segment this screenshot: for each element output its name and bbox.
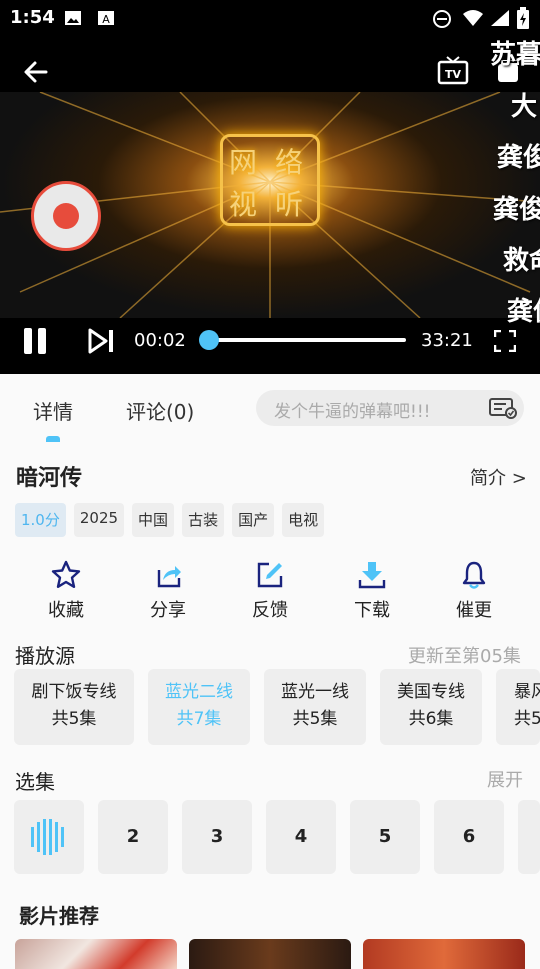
recommend-poster[interactable] <box>363 939 525 969</box>
details-panel: 暗河传 简介 > 1.0分 2025 中国 古装 国产 电视 收藏 分享 反馈 … <box>0 444 540 969</box>
source-name: 蓝光一线 <box>281 682 349 702</box>
download-icon <box>358 562 386 589</box>
bell-icon <box>462 561 486 589</box>
share-button[interactable]: 分享 <box>128 560 208 622</box>
action-label: 分享 <box>150 600 186 621</box>
danmaku-text: 救命 <box>503 246 540 276</box>
danmaku-text: 龚俊 <box>497 143 540 173</box>
source-name: 美国专线 <box>397 682 465 702</box>
sources-title: 播放源 <box>15 644 75 668</box>
tab-indicator <box>46 436 60 442</box>
next-episode-icon[interactable] <box>88 328 116 354</box>
total-time: 33:21 <box>421 330 473 351</box>
progress-bar[interactable] <box>208 338 406 342</box>
image-icon <box>65 11 81 25</box>
logo-char: 听 <box>275 188 304 221</box>
tab-comments[interactable]: 评论(0) <box>126 396 194 425</box>
recommend-poster[interactable] <box>189 939 351 969</box>
playing-bars-icon <box>31 819 64 855</box>
back-arrow-icon[interactable] <box>20 56 52 88</box>
source-item[interactable]: 暴风 共5 <box>496 669 540 745</box>
episode-list: 2 3 4 5 6 <box>14 800 540 876</box>
source-name: 剧下饭专线 <box>31 682 117 702</box>
danmaku-text: 龚俊 <box>493 195 540 225</box>
svg-text:A: A <box>102 13 110 26</box>
action-label: 收藏 <box>48 600 84 621</box>
wifi-icon <box>463 10 483 26</box>
signal-icon <box>491 10 509 26</box>
pause-icon[interactable] <box>22 328 48 354</box>
status-time: 1:54 <box>10 7 55 28</box>
episode-playing[interactable] <box>14 800 84 874</box>
tag-year: 2025 <box>73 503 125 537</box>
progress-knob[interactable] <box>199 330 219 350</box>
download-button[interactable]: 下载 <box>332 560 412 622</box>
battery-icon <box>517 7 529 29</box>
edit-icon <box>257 562 283 588</box>
video-player[interactable]: 网 络 视 听 TV 苏暮 大 龚俊 龚俊 救命 龚俊 00:02 33:21 <box>0 36 540 374</box>
recommend-title: 影片推荐 <box>19 904 99 928</box>
source-name: 蓝光二线 <box>165 682 233 702</box>
record-dot-icon <box>53 203 79 229</box>
episode-item[interactable]: 3 <box>182 800 252 874</box>
source-item[interactable]: 美国专线 共6集 <box>380 669 482 745</box>
source-count: 共6集 <box>408 709 454 729</box>
danmaku-input[interactable]: 发个牛逼的弹幕吧!!! <box>256 390 524 426</box>
source-name: 暴风 <box>514 682 540 702</box>
episode-item-partial[interactable] <box>518 800 540 874</box>
logo-char: 络 <box>275 146 304 179</box>
page-title: 暗河传 <box>16 466 83 491</box>
tag-origin: 国产 <box>232 503 275 537</box>
dnd-icon <box>433 10 451 28</box>
favorite-button[interactable]: 收藏 <box>26 560 106 622</box>
share-icon <box>157 566 181 588</box>
current-time: 00:02 <box>134 330 186 351</box>
episode-item[interactable]: 6 <box>434 800 504 874</box>
record-button[interactable] <box>31 181 101 251</box>
expand-button[interactable]: 展开 <box>487 766 523 792</box>
tag-region: 中国 <box>132 503 175 537</box>
source-item[interactable]: 剧下饭专线 共5集 <box>14 669 134 745</box>
video-logo: 网 络 视 听 <box>220 134 320 226</box>
danmaku-input-placeholder: 发个牛逼的弹幕吧!!! <box>274 402 431 422</box>
action-bar: 收藏 分享 反馈 下载 催更 <box>0 560 540 624</box>
action-label: 催更 <box>456 600 492 621</box>
tag-type: 电视 <box>282 503 325 537</box>
status-bar: 1:54 A <box>0 0 540 36</box>
recommend-poster[interactable] <box>15 939 177 969</box>
source-count: 共5集 <box>51 709 97 729</box>
source-count: 共7集 <box>176 709 222 729</box>
danmaku-settings-icon[interactable] <box>488 396 518 420</box>
feedback-button[interactable]: 反馈 <box>230 560 310 622</box>
episode-item[interactable]: 2 <box>98 800 168 874</box>
source-count: 共5 <box>514 709 540 729</box>
tabs-bar: 详情 评论(0) 发个牛逼的弹幕吧!!! <box>0 374 540 444</box>
source-item[interactable]: 蓝光一线 共5集 <box>264 669 366 745</box>
source-item-active[interactable]: 蓝光二线 共7集 <box>148 669 250 745</box>
update-status: 更新至第05集 <box>408 646 521 667</box>
score-tag: 1.0分 <box>15 503 66 537</box>
star-icon <box>51 560 81 588</box>
action-label: 反馈 <box>252 600 288 621</box>
tab-details[interactable]: 详情 <box>33 396 73 425</box>
logo-char: 视 <box>229 188 258 221</box>
logo-char: 网 <box>229 146 258 179</box>
tag-genre: 古装 <box>182 503 225 537</box>
danmaku-text: 苏暮 <box>490 40 540 70</box>
source-count: 共5集 <box>292 709 338 729</box>
svg-text:TV: TV <box>445 68 462 81</box>
intro-link[interactable]: 简介 > <box>470 464 527 490</box>
episode-item[interactable]: 5 <box>350 800 420 874</box>
urge-update-button[interactable]: 催更 <box>434 560 514 622</box>
episodes-title: 选集 <box>15 770 55 794</box>
episode-item[interactable]: 4 <box>266 800 336 874</box>
source-list: 剧下饭专线 共5集 蓝光二线 共7集 蓝光一线 共5集 美国专线 共6集 暴风 … <box>14 669 540 745</box>
tag-list: 1.0分 2025 中国 古装 国产 电视 <box>15 503 325 537</box>
action-label: 下载 <box>354 600 390 621</box>
text-icon: A <box>98 11 114 26</box>
danmaku-text: 大 <box>511 92 538 122</box>
cast-tv-icon[interactable]: TV <box>437 54 469 86</box>
fullscreen-icon[interactable] <box>494 330 516 352</box>
player-controls: 00:02 33:21 <box>0 318 540 374</box>
